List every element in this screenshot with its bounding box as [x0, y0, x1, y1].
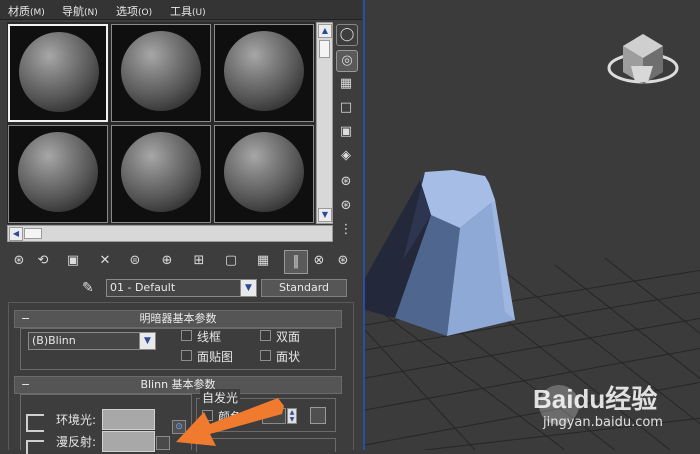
- scroll-left-icon[interactable]: ◀: [9, 227, 23, 241]
- sample-slot[interactable]: [111, 125, 211, 223]
- backlight-icon[interactable]: ◎: [336, 50, 358, 72]
- sample-slot[interactable]: [8, 125, 108, 223]
- select-by-material-icon[interactable]: ⊛: [336, 196, 356, 216]
- sample-uv-tiling-icon[interactable]: □: [336, 98, 356, 118]
- shader-basic-params-rollout[interactable]: − 明暗器基本参数: [14, 310, 342, 328]
- lock-bracket[interactable]: [26, 440, 44, 454]
- scroll-thumb[interactable]: [319, 40, 330, 58]
- material-map-navigator-icon[interactable]: ⋮: [336, 220, 356, 240]
- scroll-up-icon[interactable]: ▲: [318, 24, 332, 38]
- diffuse-label: 漫反射:: [56, 435, 97, 449]
- cone-object[interactable]: [365, 170, 515, 336]
- material-sphere: [121, 31, 201, 111]
- material-sphere: [224, 132, 304, 212]
- copy-material-icon[interactable]: ⊜: [124, 250, 146, 272]
- pick-material-from-object-icon[interactable]: ✎: [82, 280, 98, 296]
- wireframe-checkbox[interactable]: [181, 330, 192, 341]
- show-map-in-viewport-icon[interactable]: ▦: [252, 250, 274, 272]
- sample-type-icon[interactable]: ◯: [336, 24, 358, 46]
- get-material-icon[interactable]: ⊛: [8, 250, 30, 272]
- show-end-result-icon[interactable]: ‖: [284, 250, 308, 274]
- diffuse-color-swatch[interactable]: [102, 431, 155, 452]
- ambient-label: 环境光:: [56, 413, 97, 427]
- material-effects-channel-icon[interactable]: ▢: [220, 250, 242, 272]
- reset-map-icon[interactable]: ✕: [94, 250, 116, 272]
- go-to-parent-icon[interactable]: ⊗: [308, 250, 330, 272]
- slots-horizontal-scrollbar[interactable]: ◀: [7, 225, 333, 242]
- blinn-basic-params-rollout[interactable]: − Blinn 基本参数: [14, 376, 342, 394]
- face-map-label: 面贴图: [197, 350, 234, 364]
- sample-slot[interactable]: [111, 24, 211, 122]
- material-toolbar: ⊛ ⟲ ▣ ✕ ⊜ ⊕ ⊞ ▢ ▦ ‖ ⊗ ⊛: [6, 250, 358, 274]
- perspective-viewport[interactable]: Baidu经验 jingyan.baidu.com: [363, 0, 700, 450]
- baidu-jingyan-watermark: Baidu经验 jingyan.baidu.com: [533, 373, 698, 435]
- lock-bracket[interactable]: [26, 414, 44, 432]
- two-sided-label: 双面: [276, 330, 301, 344]
- material-sphere: [19, 32, 99, 112]
- chevron-down-icon[interactable]: ▼: [240, 280, 256, 296]
- material-sphere: [18, 132, 98, 212]
- options-icon[interactable]: ⊛: [336, 172, 356, 192]
- material-type-button[interactable]: Standard: [261, 279, 347, 297]
- put-material-icon[interactable]: ⟲: [32, 250, 54, 272]
- shader-type-select[interactable]: (B)Blinn ▼: [28, 332, 156, 350]
- material-sample-slots: [7, 22, 315, 224]
- background-checker-icon[interactable]: ▦: [336, 74, 356, 94]
- slots-vertical-scrollbar[interactable]: ▲ ▼: [316, 22, 333, 224]
- material-sphere: [121, 132, 201, 212]
- material-editor-panel: 材质(M) 导航(N) 选项(O) 工具(U) ▲ ▼ ◀ ◯ ◎ ▦ □ ▣ …: [0, 0, 362, 454]
- two-sided-checkbox[interactable]: [260, 330, 271, 341]
- sample-slot[interactable]: [214, 24, 314, 122]
- chevron-down-icon[interactable]: ▼: [139, 333, 155, 349]
- menu-material[interactable]: 材质(M): [8, 3, 45, 19]
- self-illum-map-button[interactable]: [310, 407, 326, 424]
- make-unique-icon[interactable]: ⊕: [156, 250, 178, 272]
- put-to-library-icon[interactable]: ⊞: [188, 250, 210, 272]
- watermark-brand: Baidu经验: [533, 384, 658, 414]
- scroll-thumb[interactable]: [24, 228, 42, 239]
- faceted-label: 面状: [276, 350, 301, 364]
- sample-slot[interactable]: [214, 125, 314, 223]
- make-preview-icon[interactable]: ◈: [336, 146, 356, 166]
- menu-bar: 材质(M) 导航(N) 选项(O) 工具(U): [0, 0, 362, 20]
- ambient-color-swatch[interactable]: [102, 409, 155, 430]
- menu-options[interactable]: 选项(O): [116, 3, 152, 19]
- faceted-checkbox[interactable]: [260, 350, 271, 361]
- diffuse-map-button[interactable]: [156, 436, 170, 450]
- scroll-down-icon[interactable]: ▼: [318, 208, 332, 222]
- video-color-check-icon[interactable]: ▣: [336, 122, 356, 142]
- viewcube[interactable]: [607, 34, 679, 84]
- annotation-arrow: [176, 398, 284, 446]
- material-name-field[interactable]: 01 - Default ▼: [106, 279, 257, 297]
- assign-material-icon[interactable]: ▣: [62, 250, 84, 272]
- sample-slot[interactable]: [8, 24, 108, 122]
- go-forward-sibling-icon[interactable]: ⊛: [332, 250, 354, 272]
- menu-tools[interactable]: 工具(U): [170, 3, 206, 19]
- watermark-url: jingyan.baidu.com: [543, 415, 663, 430]
- menu-navigation[interactable]: 导航(N): [62, 3, 98, 19]
- face-map-checkbox[interactable]: [181, 350, 192, 361]
- material-sphere: [224, 31, 304, 111]
- wireframe-label: 线框: [197, 330, 222, 344]
